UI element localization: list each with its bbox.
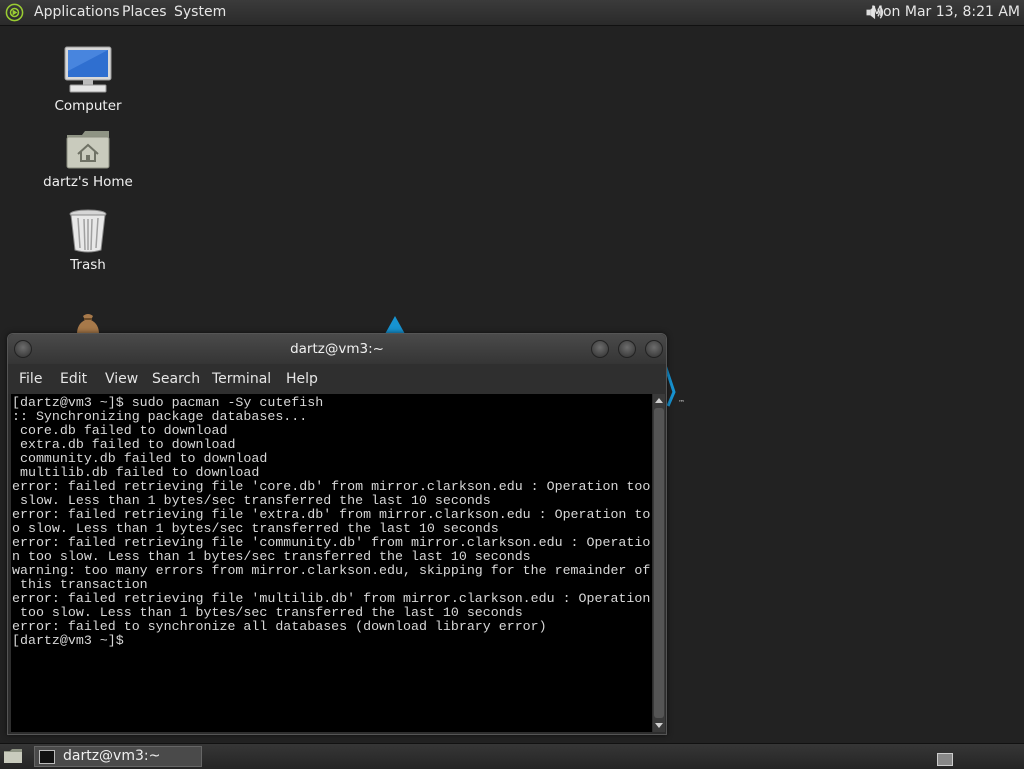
workspace-switcher[interactable]	[937, 753, 953, 766]
places-menu[interactable]: Places	[122, 4, 167, 20]
terminal-line: community.db failed to download	[12, 451, 268, 466]
terminal-line: [dartz@vm3 ~]$	[12, 633, 124, 648]
taskbar-label: dartz@vm3:~	[63, 748, 161, 764]
clock[interactable]: Mon Mar 13, 8:21 AM	[871, 4, 1020, 20]
terminal-line: error: failed retrieving file 'core.db' …	[12, 479, 651, 494]
menu-search[interactable]: Search	[152, 371, 200, 387]
terminal-line: n too slow. Less than 1 bytes/sec transf…	[12, 549, 531, 564]
computer-label: Computer	[54, 98, 122, 114]
menu-view[interactable]: View	[105, 371, 138, 387]
terminal-line: multilib.db failed to download	[12, 465, 260, 480]
close-button[interactable]	[645, 340, 663, 358]
menu-terminal[interactable]: Terminal	[212, 371, 271, 387]
terminal-line: extra.db failed to download	[12, 437, 236, 452]
top-panel: Applications Places System Mon Mar 13, 8…	[0, 0, 1024, 26]
trash-label: Trash	[70, 257, 106, 273]
terminal-line: o slow. Less than 1 bytes/sec transferre…	[12, 521, 499, 536]
system-menu[interactable]: System	[174, 4, 226, 20]
scroll-down-arrow-icon[interactable]	[655, 723, 663, 728]
arch-logo-fragment-icon: ™	[664, 362, 685, 407]
trash-icon	[69, 209, 107, 253]
terminal-line: error: failed to synchronize all databas…	[12, 619, 547, 634]
terminal-line: core.db failed to download	[12, 423, 228, 438]
minimize-button[interactable]	[591, 340, 609, 358]
terminal-icon	[39, 750, 55, 764]
terminal-line: this transaction	[12, 577, 148, 592]
terminal-line: error: failed retrieving file 'community…	[12, 535, 651, 550]
terminal-line: error: failed retrieving file 'multilib.…	[12, 591, 651, 606]
window-title: dartz@vm3:~	[290, 341, 384, 357]
applications-menu[interactable]: Applications	[34, 4, 120, 20]
distro-logo-icon[interactable]	[5, 3, 24, 22]
terminal-line: warning: too many errors from mirror.cla…	[12, 563, 651, 578]
title-bar[interactable]: dartz@vm3:~	[8, 334, 666, 364]
terminal-text: [dartz@vm3 ~]$ sudo pacman -Sy cutefish:…	[11, 394, 652, 648]
terminal-scrollbar[interactable]	[653, 394, 665, 732]
terminal-line: slow. Less than 1 bytes/sec transferred …	[12, 493, 491, 508]
home-folder-icon	[66, 131, 110, 169]
menu-edit[interactable]: Edit	[60, 371, 87, 387]
bottom-panel: dartz@vm3:~	[0, 743, 1024, 769]
home-label: dartz's Home	[43, 174, 133, 190]
menu-help[interactable]: Help	[286, 371, 318, 387]
terminal-line: error: failed retrieving file 'extra.db'…	[12, 507, 651, 522]
svg-text:™: ™	[678, 399, 685, 407]
desktop-icon-home[interactable]: dartz's Home	[33, 127, 143, 190]
taskbar-terminal-button[interactable]: dartz@vm3:~	[34, 746, 202, 767]
computer-icon	[64, 46, 112, 93]
desktop-icon-computer[interactable]: Computer	[33, 45, 143, 114]
terminal-menubar: File Edit View Search Terminal Help	[8, 364, 666, 394]
scroll-up-arrow-icon[interactable]	[655, 398, 663, 403]
maximize-button[interactable]	[618, 340, 636, 358]
arch-logo-icon	[385, 316, 405, 334]
terminal-output[interactable]: [dartz@vm3 ~]$ sudo pacman -Sy cutefish:…	[11, 394, 652, 732]
terminal-line: too slow. Less than 1 bytes/sec transfer…	[12, 605, 523, 620]
desktop-icon-trash[interactable]: Trash	[33, 208, 143, 273]
terminal-line: :: Synchronizing package databases...	[12, 409, 308, 424]
menu-file[interactable]: File	[19, 371, 42, 387]
show-desktop-icon[interactable]	[3, 748, 23, 764]
scrollbar-thumb[interactable]	[654, 408, 664, 718]
terminal-window[interactable]: dartz@vm3:~ File Edit View Search Termin…	[7, 333, 667, 735]
terminal-line: [dartz@vm3 ~]$ sudo pacman -Sy cutefish	[12, 395, 324, 410]
money-bag-icon[interactable]	[72, 312, 104, 334]
